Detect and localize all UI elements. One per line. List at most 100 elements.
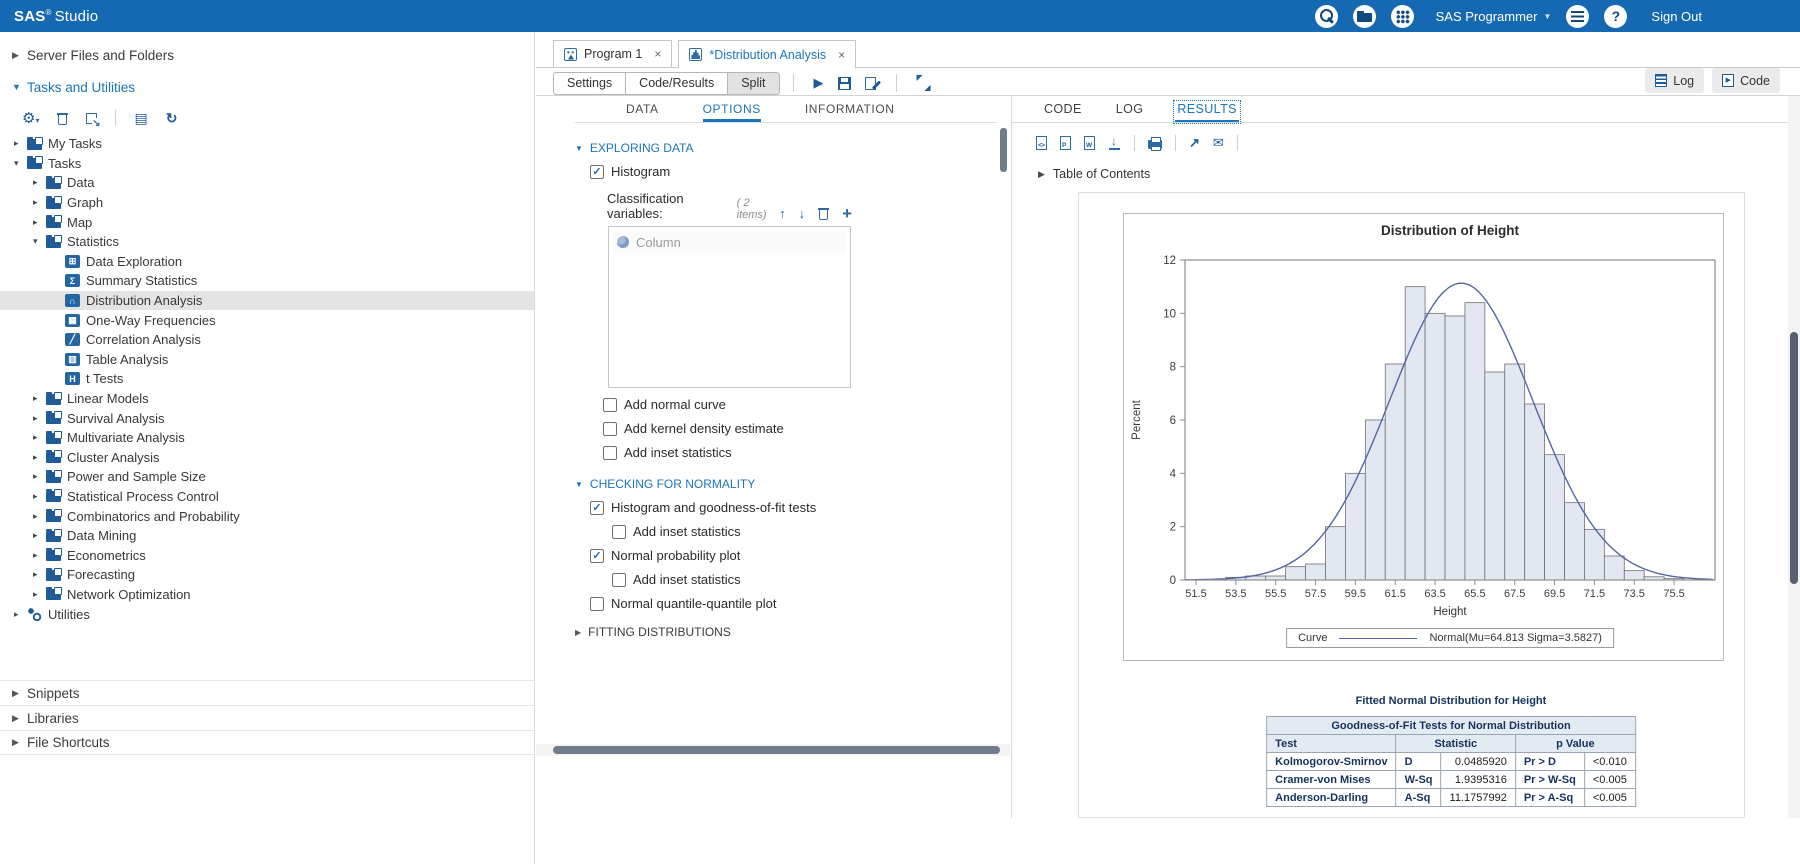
properties-icon[interactable]: ▤: [134, 110, 147, 127]
tree-item-utilities[interactable]: ▸Utilities: [0, 604, 534, 624]
new-task-button[interactable]: ⚙▾: [22, 109, 39, 127]
section-fitting-distributions[interactable]: ▶ FITTING DISTRIBUTIONS: [575, 625, 1010, 639]
code-button[interactable]: Code: [1712, 68, 1780, 93]
close-icon[interactable]: ×: [838, 48, 845, 62]
expander-icon[interactable]: ▸: [14, 609, 27, 620]
option-histogram-and-goodness-of-fit-tests[interactable]: Histogram and goodness-of-fit tests: [590, 500, 1010, 515]
expander-icon[interactable]: ▸: [33, 177, 46, 188]
expander-icon[interactable]: ▸: [33, 530, 46, 541]
expander-icon[interactable]: ▸: [33, 589, 46, 600]
checkbox-unchecked[interactable]: [590, 597, 604, 611]
panel-divider[interactable]: [534, 32, 535, 864]
tree-item-t-tests[interactable]: Ht Tests: [0, 369, 534, 389]
section-server-files[interactable]: ▶ Server Files and Folders: [0, 42, 534, 68]
horizontal-scrollbar-thumb[interactable]: [553, 746, 1000, 754]
delete-icon[interactable]: [57, 112, 68, 125]
tree-item-one-way-frequencies[interactable]: ▦One-Way Frequencies: [0, 310, 534, 330]
edit-selection-icon[interactable]: [86, 113, 97, 124]
expander-icon[interactable]: ▸: [33, 550, 46, 561]
tree-item-statistics[interactable]: ▾Statistics: [0, 232, 534, 252]
move-down-icon[interactable]: ↓: [799, 206, 806, 221]
option-add-inset-statistics[interactable]: Add inset statistics: [612, 572, 1010, 587]
save-icon[interactable]: [838, 77, 851, 90]
open-in-new-icon[interactable]: ↗: [1189, 135, 1200, 151]
tree-item-multivariate-analysis[interactable]: ▸Multivariate Analysis: [0, 428, 534, 448]
tree-item-map[interactable]: ▸Map: [0, 212, 534, 232]
results-scrollbar-thumb[interactable]: [1790, 332, 1798, 584]
preferences-icon[interactable]: [1566, 5, 1589, 28]
expander-icon[interactable]: ▸: [33, 569, 46, 580]
remove-variable-icon[interactable]: [818, 207, 829, 220]
expander-icon[interactable]: ▸: [14, 138, 27, 149]
maximize-icon[interactable]: [917, 76, 931, 90]
tree-item-data[interactable]: ▸Data: [0, 173, 534, 193]
tree-item-econometrics[interactable]: ▸Econometrics: [0, 545, 534, 565]
view-settings-button[interactable]: Settings: [553, 72, 626, 95]
expander-icon[interactable]: ▸: [33, 432, 46, 443]
expander-icon[interactable]: ▸: [33, 197, 46, 208]
checkbox-unchecked[interactable]: [603, 446, 617, 460]
tree-item-data-exploration[interactable]: ⊞Data Exploration: [0, 252, 534, 272]
expander-icon[interactable]: ▾: [14, 158, 27, 169]
classification-variables-list[interactable]: Column: [608, 226, 851, 388]
expander-icon[interactable]: ▸: [33, 471, 46, 482]
tree-item-graph[interactable]: ▸Graph: [0, 193, 534, 213]
checkbox-unchecked[interactable]: [612, 573, 626, 587]
expander-icon[interactable]: ▾: [33, 236, 46, 247]
section-exploring-data[interactable]: ▼ EXPLORING DATA: [575, 141, 1010, 155]
tab-options[interactable]: OPTIONS: [703, 102, 761, 122]
tree-item-combinatorics-and-probability[interactable]: ▸Combinatorics and Probability: [0, 506, 534, 526]
option-add-normal-curve[interactable]: Add normal curve: [603, 397, 1010, 412]
section-checking-normality[interactable]: ▼ CHECKING FOR NORMALITY: [575, 477, 1010, 491]
checkbox-checked[interactable]: [590, 549, 604, 563]
log-button[interactable]: Log: [1645, 68, 1704, 93]
option-normal-quantile-quantile-plot[interactable]: Normal quantile-quantile plot: [590, 596, 1010, 611]
tab-log[interactable]: LOG: [1114, 102, 1146, 122]
refresh-icon[interactable]: ↻: [166, 110, 178, 127]
expander-icon[interactable]: ▸: [33, 511, 46, 522]
expander-icon[interactable]: ▸: [33, 452, 46, 463]
tree-item-correlation-analysis[interactable]: ╱Correlation Analysis: [0, 330, 534, 350]
apps-grid-icon[interactable]: [1391, 5, 1414, 28]
email-icon[interactable]: ✉: [1213, 135, 1224, 151]
tree-item-power-and-sample-size[interactable]: ▸Power and Sample Size: [0, 467, 534, 487]
expander-icon[interactable]: ▸: [33, 393, 46, 404]
help-icon[interactable]: ?: [1604, 5, 1627, 28]
user-menu[interactable]: SAS Programmer▼: [1436, 9, 1552, 24]
tree-item-cluster-analysis[interactable]: ▸Cluster Analysis: [0, 448, 534, 468]
expander-icon[interactable]: ▸: [33, 217, 46, 228]
tree-item-forecasting[interactable]: ▸Forecasting: [0, 565, 534, 585]
move-up-icon[interactable]: ↑: [779, 206, 786, 221]
checkbox-checked[interactable]: [590, 501, 604, 515]
settings-scrollbar-thumb[interactable]: [1000, 128, 1007, 172]
checkbox-unchecked[interactable]: [603, 422, 617, 436]
tree-item-network-optimization[interactable]: ▸Network Optimization: [0, 585, 534, 605]
edit-code-icon[interactable]: [865, 77, 876, 90]
section-snippets[interactable]: ▶Snippets: [0, 680, 534, 705]
checkbox-unchecked[interactable]: [603, 398, 617, 412]
download-pdf-icon[interactable]: P: [1060, 136, 1071, 150]
download-word-icon[interactable]: W: [1084, 136, 1095, 150]
open-folder-icon[interactable]: [1353, 5, 1376, 28]
tab-information[interactable]: INFORMATION: [805, 102, 895, 122]
tree-item-statistical-process-control[interactable]: ▸Statistical Process Control: [0, 487, 534, 507]
section-libraries[interactable]: ▶Libraries: [0, 705, 534, 730]
tree-item-tasks[interactable]: ▾Tasks: [0, 154, 534, 174]
sign-out-button[interactable]: Sign Out: [1651, 9, 1702, 24]
run-icon[interactable]: ▶: [814, 75, 824, 91]
option-add-inset-statistics[interactable]: Add inset statistics: [603, 445, 1010, 460]
table-of-contents-toggle[interactable]: ▶ Table of Contents: [1038, 167, 1788, 181]
checkbox-checked[interactable]: [590, 165, 604, 179]
download-html-icon[interactable]: <>: [1036, 136, 1047, 150]
print-icon[interactable]: [1148, 140, 1162, 149]
expander-icon[interactable]: ▸: [33, 413, 46, 424]
download-icon[interactable]: [1108, 136, 1121, 150]
tree-item-distribution-analysis[interactable]: ∩Distribution Analysis: [0, 291, 534, 311]
option-add-kernel-density-estimate[interactable]: Add kernel density estimate: [603, 421, 1010, 436]
tab-data[interactable]: DATA: [626, 102, 659, 122]
search-icon[interactable]: [1315, 5, 1338, 28]
expander-icon[interactable]: ▸: [33, 491, 46, 502]
tree-item-my-tasks[interactable]: ▸My Tasks: [0, 134, 534, 154]
add-variable-icon[interactable]: +: [842, 208, 852, 220]
option-add-inset-statistics[interactable]: Add inset statistics: [612, 524, 1010, 539]
